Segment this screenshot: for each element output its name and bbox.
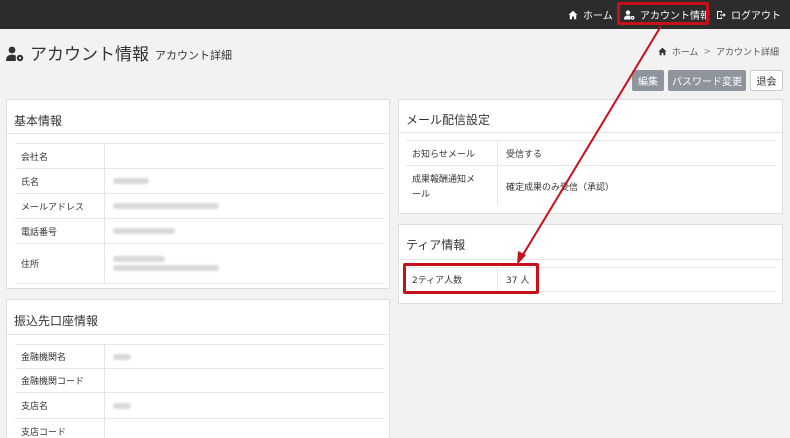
- page-subtitle: アカウント詳細: [155, 49, 232, 62]
- address-value-redacted: [105, 244, 384, 283]
- row-label: 支店コード: [15, 419, 105, 438]
- row-label: 金融機関コード: [15, 369, 105, 392]
- withdraw-button[interactable]: 退会: [750, 70, 783, 91]
- bank-info-table: 金融機関名 金融機関コード 支店名 支店コード: [15, 344, 384, 438]
- table-row: 支店コード: [15, 419, 384, 438]
- panel-divider: [7, 133, 389, 134]
- notice-mail-value: 受信する: [506, 149, 543, 160]
- basic-info-panel: 基本情報 会社名 氏名 メールアドレス 電話番号 住所: [6, 99, 390, 289]
- nav-home-label: ホーム: [583, 11, 613, 22]
- company-name-value: [105, 144, 384, 168]
- breadcrumb-home-link[interactable]: ホーム: [672, 45, 699, 58]
- row-label: 金融機関名: [15, 345, 105, 368]
- tier-info-title: ティア情報: [406, 238, 466, 252]
- row-label: 住所: [15, 244, 105, 283]
- user-gear-icon: [6, 46, 24, 62]
- tier-count-value: 37 人: [506, 276, 530, 286]
- row-label: お知らせメール: [406, 141, 498, 165]
- page-title: アカウント情報: [30, 45, 149, 65]
- bank-name-value-redacted: [105, 345, 384, 368]
- panel-divider: [7, 334, 389, 335]
- table-row: 成果報酬通知メ ール 確定成果のみ受信（承認）: [406, 166, 776, 206]
- nav-logout-link[interactable]: ログアウト: [716, 0, 781, 29]
- reward-mail-value: 確定成果のみ受信（承認）: [506, 182, 615, 193]
- basic-info-title: 基本情報: [14, 114, 63, 128]
- bank-info-panel: 振込先口座情報 金融機関名 金融機関コード 支店名 支店コード: [6, 299, 390, 438]
- home-icon: [568, 10, 578, 19]
- nav-highlight-box: [617, 2, 709, 25]
- table-row: 金融機関名: [15, 345, 384, 369]
- row-label: メールアドレス: [15, 194, 105, 218]
- row-label: 氏名: [15, 169, 105, 193]
- nav-logout-label: ログアウト: [731, 11, 781, 22]
- table-row: お知らせメール 受信する: [406, 141, 776, 166]
- nav-home-link[interactable]: ホーム: [568, 0, 613, 29]
- row-label: 支店名: [15, 393, 105, 418]
- table-row: 支店名: [15, 393, 384, 419]
- mail-settings-table: お知らせメール 受信する 成果報酬通知メ ール 確定成果のみ受信（承認）: [406, 140, 776, 206]
- table-row: 電話番号: [15, 219, 384, 244]
- page-header: アカウント情報 アカウント詳細: [6, 40, 232, 65]
- email-value-redacted: [105, 194, 384, 218]
- mail-settings-title: メール配信設定: [406, 113, 491, 127]
- breadcrumb-separator: >: [703, 46, 711, 57]
- breadcrumb: ホーム > アカウント詳細: [658, 45, 779, 58]
- panel-divider: [399, 132, 782, 133]
- row-label: 電話番号: [15, 219, 105, 243]
- password-change-button[interactable]: パスワード変更: [668, 70, 746, 91]
- basic-info-table: 会社名 氏名 メールアドレス 電話番号 住所: [15, 143, 384, 284]
- home-icon: [658, 47, 667, 56]
- row-label: 会社名: [15, 144, 105, 168]
- bank-code-value: [105, 369, 384, 392]
- table-row: 会社名: [15, 144, 384, 169]
- table-row: 金融機関コード: [15, 369, 384, 393]
- tier-highlight-box: [403, 263, 539, 294]
- branch-code-value: [105, 419, 384, 438]
- mail-settings-panel: メール配信設定 お知らせメール 受信する 成果報酬通知メ ール 確定成果のみ受信…: [398, 99, 783, 214]
- bank-info-title: 振込先口座情報: [14, 314, 99, 328]
- table-row: メールアドレス: [15, 194, 384, 219]
- panel-divider: [399, 259, 782, 260]
- edit-button[interactable]: 編集: [632, 70, 664, 91]
- breadcrumb-current: アカウント詳細: [715, 48, 779, 58]
- logout-icon: [717, 10, 726, 19]
- table-row: 住所: [15, 244, 384, 284]
- branch-name-value-redacted: [105, 393, 384, 418]
- name-value-redacted: [105, 169, 384, 193]
- table-row: 氏名: [15, 169, 384, 194]
- row-label: 成果報酬通知メ ール: [406, 166, 498, 206]
- phone-value-redacted: [105, 219, 384, 243]
